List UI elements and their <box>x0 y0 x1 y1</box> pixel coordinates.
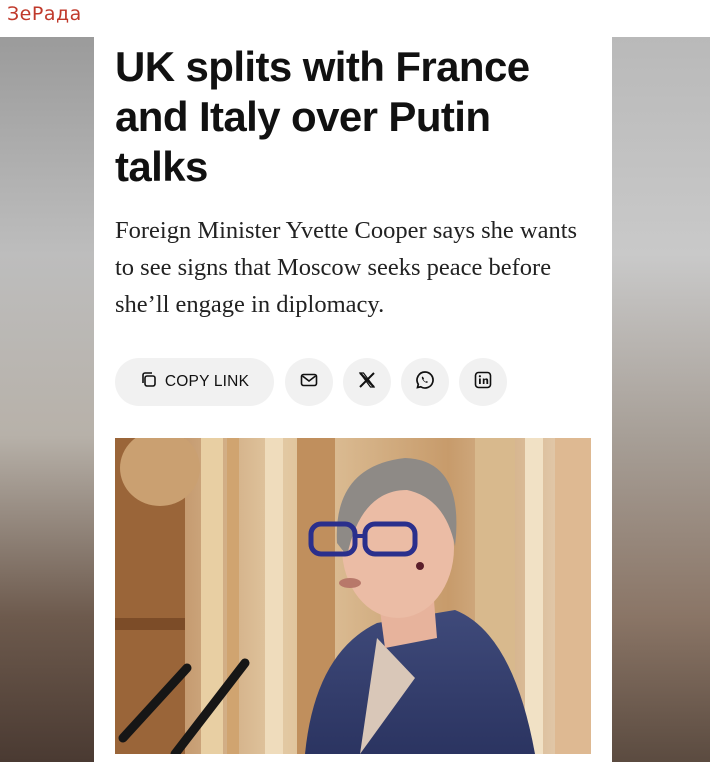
article-card: UK splits with France and Italy over Put… <box>94 37 612 762</box>
share-x-button[interactable] <box>343 358 391 406</box>
background-blur-right <box>612 37 710 762</box>
x-icon <box>358 371 376 393</box>
background-blur-left <box>0 37 94 762</box>
article-dek: Foreign Minister Yvette Cooper says she … <box>115 217 578 318</box>
whatsapp-icon <box>415 370 435 394</box>
share-linkedin-button[interactable] <box>459 358 507 406</box>
article-photo <box>115 438 591 754</box>
watermark: ЗеРада <box>7 3 82 25</box>
copy-link-button[interactable]: COPY LINK <box>115 358 274 406</box>
copy-icon <box>140 371 157 393</box>
mail-icon <box>300 371 318 393</box>
copy-link-label: COPY LINK <box>164 373 250 390</box>
article-photo-illustration <box>115 438 591 754</box>
article-headline: UK splits with France and Italy over Put… <box>115 43 530 190</box>
share-whatsapp-button[interactable] <box>401 358 449 406</box>
share-email-button[interactable] <box>285 358 333 406</box>
linkedin-icon <box>474 371 492 393</box>
